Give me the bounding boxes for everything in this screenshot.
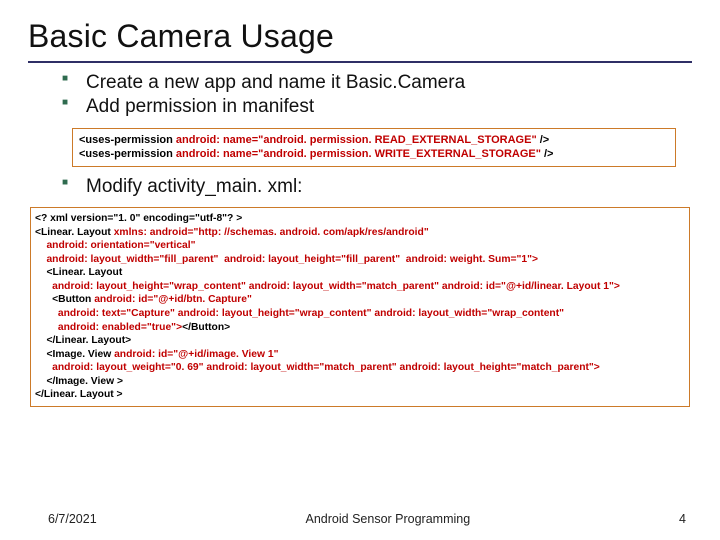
code-box-layout: <? xml version="1. 0" encoding="utf-8"? … xyxy=(30,207,690,407)
xml9b: </Button> xyxy=(182,322,230,333)
bullet-a2: Add permission in manifest xyxy=(62,95,692,119)
xml7b: android: id="@+id/btn. Capture" xyxy=(94,294,252,305)
perm1-close: /> xyxy=(540,134,549,146)
xml7a: <Button xyxy=(35,294,94,305)
perm1-attr: android: name="android. permission. READ… xyxy=(176,134,540,146)
xml-line-7: <Button android: id="@+id/btn. Capture" xyxy=(35,293,685,307)
xml-line-4: android: layout_width="fill_parent" andr… xyxy=(35,253,685,267)
perm-line-1: <uses-permission android: name="android.… xyxy=(79,133,669,148)
xml-line-12: android: layout_weight="0. 69" android: … xyxy=(35,361,685,375)
xml-line-9: android: enabled="true"></Button> xyxy=(35,321,685,335)
perm1-open: <uses-permission xyxy=(79,134,176,146)
bullet-list-b: Modify activity_main. xml: xyxy=(62,175,692,199)
footer-title: Android Sensor Programming xyxy=(97,512,679,526)
xml-line-2: <Linear. Layout xmlns: android="http: //… xyxy=(35,226,685,240)
xml-line-8: android: text="Capture" android: layout_… xyxy=(35,307,685,321)
xml11a: <Image. View xyxy=(35,349,114,360)
slide-footer: 6/7/2021 Android Sensor Programming 4 xyxy=(0,512,720,526)
bullet-a1: Create a new app and name it Basic.Camer… xyxy=(62,71,692,95)
bullet-b1: Modify activity_main. xml: xyxy=(62,175,692,199)
footer-date: 6/7/2021 xyxy=(48,512,97,526)
xml9a: android: enabled="true"> xyxy=(35,322,182,333)
perm2-close: /> xyxy=(544,148,553,160)
slide: Basic Camera Usage Create a new app and … xyxy=(0,0,720,540)
xml2a: <Linear. Layout xyxy=(35,227,114,238)
xml-line-1: <? xml version="1. 0" encoding="utf-8"? … xyxy=(35,212,685,226)
xml-line-5: <Linear. Layout xyxy=(35,266,685,280)
xml-line-3: android: orientation="vertical" xyxy=(35,239,685,253)
xml11b: android: id="@+id/image. View 1" xyxy=(114,349,278,360)
code-box-permissions: <uses-permission android: name="android.… xyxy=(72,128,676,167)
perm-line-2: <uses-permission android: name="android.… xyxy=(79,147,669,162)
footer-page-number: 4 xyxy=(679,512,686,526)
perm2-open: <uses-permission xyxy=(79,148,176,160)
xml-line-11: <Image. View android: id="@+id/image. Vi… xyxy=(35,348,685,362)
xml-line-6: android: layout_height="wrap_content" an… xyxy=(35,280,685,294)
xml-line-10: </Linear. Layout> xyxy=(35,334,685,348)
bullet-list-a: Create a new app and name it Basic.Camer… xyxy=(62,71,692,120)
xml-line-13: </Image. View > xyxy=(35,375,685,389)
xml-line-14: </Linear. Layout > xyxy=(35,388,685,402)
title-rule xyxy=(28,61,692,63)
slide-title: Basic Camera Usage xyxy=(28,18,692,55)
perm2-attr: android: name="android. permission. WRIT… xyxy=(176,148,544,160)
xml2b: xmlns: android="http: //schemas. android… xyxy=(114,227,429,238)
